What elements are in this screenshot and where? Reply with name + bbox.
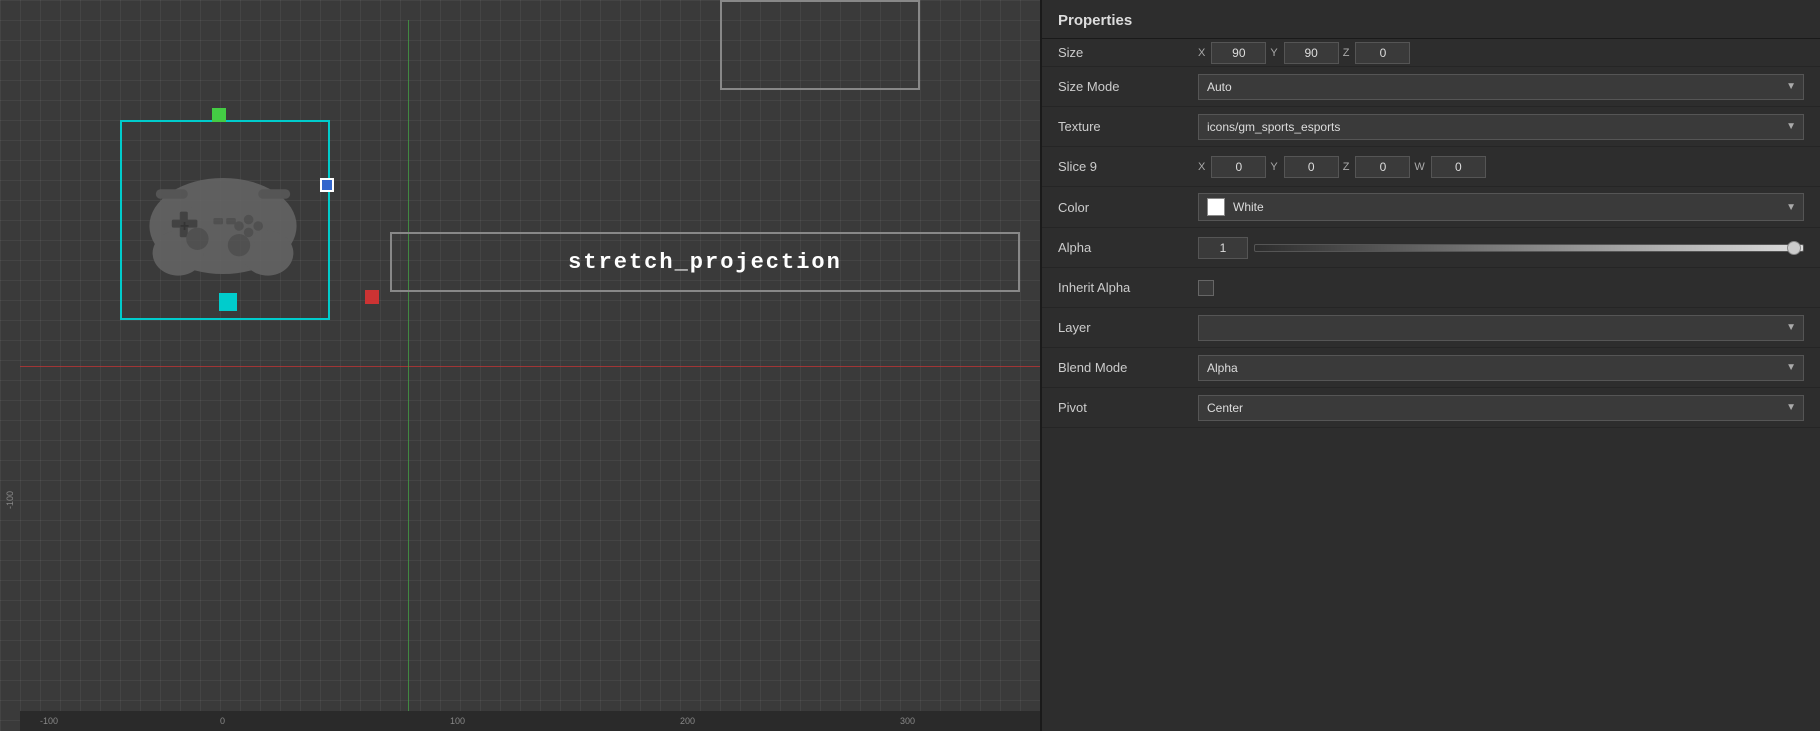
size-value: X Y Z — [1198, 42, 1804, 64]
texture-value: icons/gm_sports_esports ▼ — [1198, 114, 1804, 140]
color-dropdown-wrapper[interactable]: White ▼ — [1198, 193, 1804, 221]
texture-row: Texture icons/gm_sports_esports ▼ — [1042, 107, 1820, 147]
color-swatch[interactable] — [1207, 198, 1225, 216]
blend-mode-row: Blend Mode Alpha ▼ — [1042, 348, 1820, 388]
scale-handle-green[interactable] — [212, 108, 226, 122]
slice9-z-input[interactable] — [1355, 156, 1410, 178]
layer-row: Layer ▼ — [1042, 308, 1820, 348]
pivot-label: Pivot — [1058, 400, 1198, 415]
panel-title: Properties — [1058, 12, 1132, 29]
slice9-inputs: X Y Z W — [1198, 156, 1804, 178]
slice9-w-label: W — [1414, 161, 1424, 173]
blend-mode-value: Alpha ▼ — [1198, 355, 1804, 381]
alpha-row: Alpha — [1042, 228, 1820, 268]
controller-svg: + — [143, 148, 303, 288]
alpha-value — [1198, 237, 1804, 259]
stretch-projection-label: stretch_projection — [568, 250, 842, 275]
pivot-value: Center ▼ — [1198, 395, 1804, 421]
color-dropdown[interactable]: White — [1198, 193, 1804, 221]
slice9-y-label: Y — [1270, 161, 1277, 173]
slice9-w-input[interactable] — [1431, 156, 1486, 178]
blend-mode-dropdown-wrapper[interactable]: Alpha ▼ — [1198, 355, 1804, 381]
texture-label: Texture — [1058, 119, 1198, 134]
size-mode-dropdown-wrapper[interactable]: Auto ▼ — [1198, 74, 1804, 100]
corner-handle-blue[interactable] — [320, 178, 334, 192]
inherit-alpha-value — [1198, 280, 1804, 296]
slice9-value: X Y Z W — [1198, 156, 1804, 178]
size-y-label: Y — [1270, 47, 1277, 59]
texture-dropdown-wrapper[interactable]: icons/gm_sports_esports ▼ — [1198, 114, 1804, 140]
blend-mode-dropdown[interactable]: Alpha — [1198, 355, 1804, 381]
size-z-input[interactable] — [1355, 42, 1410, 64]
size-mode-label: Size Mode — [1058, 79, 1198, 94]
ruler-bottom: -100 0 100 200 300 — [20, 711, 1040, 731]
position-handle-red[interactable] — [365, 290, 379, 304]
size-y-input[interactable] — [1284, 42, 1339, 64]
svg-text:+: + — [180, 218, 189, 235]
alpha-input[interactable] — [1198, 237, 1248, 259]
slice9-x-input[interactable] — [1211, 156, 1266, 178]
alpha-slider-thumb — [1787, 241, 1801, 255]
slice9-row: Slice 9 X Y Z W — [1042, 147, 1820, 187]
origin-vertical-line — [408, 20, 409, 711]
inherit-alpha-row: Inherit Alpha — [1042, 268, 1820, 308]
size-mode-dropdown[interactable]: Auto — [1198, 74, 1804, 100]
color-name: White — [1233, 200, 1264, 214]
inherit-alpha-checkbox[interactable] — [1198, 280, 1214, 296]
texture-dropdown[interactable]: icons/gm_sports_esports — [1198, 114, 1804, 140]
ruler-num-300: 300 — [900, 716, 915, 726]
size-z-label: Z — [1343, 47, 1350, 59]
size-mode-value: Auto ▼ — [1198, 74, 1804, 100]
size-inputs: X Y Z — [1198, 42, 1804, 64]
alpha-label: Alpha — [1058, 240, 1198, 255]
size-mode-row: Size Mode Auto ▼ — [1042, 67, 1820, 107]
pivot-dropdown-wrapper[interactable]: Center ▼ — [1198, 395, 1804, 421]
size-row: Size X Y Z — [1042, 39, 1820, 67]
canvas-viewport[interactable]: + stretch_projection — [20, 20, 1040, 711]
alpha-slider[interactable] — [1254, 244, 1804, 252]
panel-header: Properties — [1042, 0, 1820, 39]
ruler-num--100: -100 — [40, 716, 58, 726]
inherit-alpha-label: Inherit Alpha — [1058, 280, 1198, 295]
layer-dropdown[interactable] — [1198, 315, 1804, 341]
slice9-z-label: Z — [1343, 161, 1350, 173]
size-label: Size — [1058, 45, 1198, 60]
color-value: White ▼ — [1198, 193, 1804, 221]
slice9-x-label: X — [1198, 161, 1205, 173]
slice9-y-input[interactable] — [1284, 156, 1339, 178]
slice9-label: Slice 9 — [1058, 159, 1198, 174]
layer-label: Layer — [1058, 320, 1198, 335]
pivot-dropdown[interactable]: Center — [1198, 395, 1804, 421]
layer-dropdown-wrapper[interactable]: ▼ — [1198, 315, 1804, 341]
canvas-area[interactable]: + stretch_projection -100 — [0, 0, 1040, 731]
size-x-label: X — [1198, 47, 1205, 59]
size-x-input[interactable] — [1211, 42, 1266, 64]
ruler-num-0: 0 — [220, 716, 225, 726]
pivot-row: Pivot Center ▼ — [1042, 388, 1820, 428]
ruler-num-100: 100 — [450, 716, 465, 726]
blend-mode-label: Blend Mode — [1058, 360, 1198, 375]
game-controller-sprite: + — [128, 128, 318, 308]
properties-panel: Properties Size X Y Z Size Mode Auto ▼ T… — [1040, 0, 1820, 731]
color-row: Color White ▼ — [1042, 187, 1820, 228]
layer-value: ▼ — [1198, 315, 1804, 341]
color-label: Color — [1058, 200, 1198, 215]
origin-horizontal-line — [20, 366, 1040, 367]
ruler-num-200: 200 — [680, 716, 695, 726]
stretch-projection-box: stretch_projection — [390, 232, 1020, 292]
